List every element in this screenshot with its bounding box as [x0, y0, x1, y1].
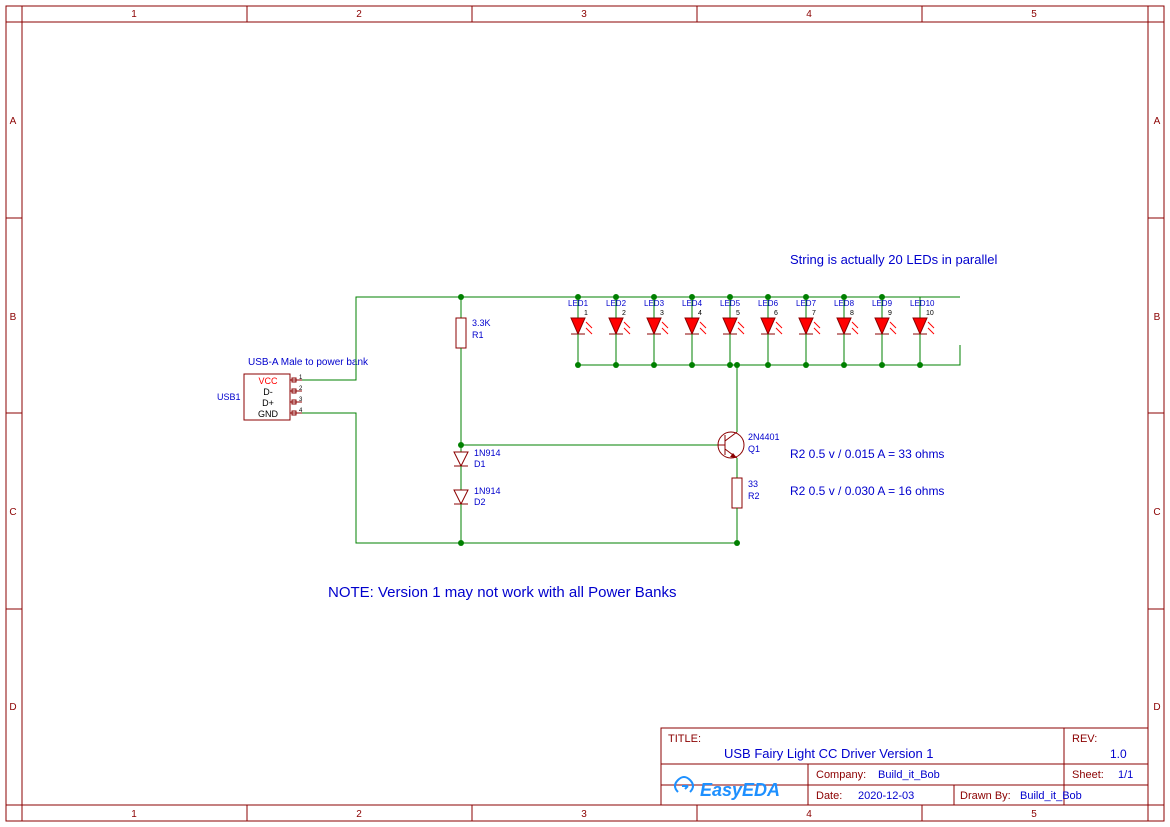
led-led7: LED7 7	[796, 294, 820, 368]
svg-text:3: 3	[581, 809, 587, 820]
usb-connector: USB-A Male to power bank USB1 VCC D- D+ …	[217, 357, 369, 420]
svg-text:3: 3	[581, 9, 587, 20]
svg-text:D2: D2	[474, 497, 486, 507]
svg-text:2: 2	[622, 310, 626, 317]
svg-text:1: 1	[131, 809, 137, 820]
outer-frame	[6, 6, 1164, 821]
svg-text:GND: GND	[258, 409, 279, 419]
svg-text:10: 10	[926, 310, 934, 317]
frame-rows: A B C D A B C D	[6, 22, 1164, 805]
svg-text:LED2: LED2	[606, 299, 627, 308]
svg-text:EasyEDA: EasyEDA	[700, 780, 780, 800]
svg-text:6: 6	[774, 310, 778, 317]
svg-text:2: 2	[299, 386, 303, 392]
led-led9: LED9 9	[872, 294, 896, 368]
svg-text:LED8: LED8	[834, 299, 855, 308]
frame-columns: 1 2 3 4 5 1 2 3 4 5	[22, 6, 1148, 821]
svg-text:LED6: LED6	[758, 299, 779, 308]
svg-text:9: 9	[888, 310, 892, 317]
drawnby-value: Build_it_Bob	[1020, 790, 1082, 802]
svg-text:A: A	[1154, 116, 1161, 127]
svg-text:LED1: LED1	[568, 299, 589, 308]
svg-text:8: 8	[850, 310, 854, 317]
led-array: LED1 1 LED2 2 LED3 3 LED4 4 LED5 5 LED6 6 LED7 7 LED8 8…	[568, 294, 935, 368]
svg-text:3: 3	[299, 397, 303, 403]
svg-text:3.3K: 3.3K	[472, 318, 491, 328]
led-led1: LED1 1	[568, 294, 592, 368]
svg-text:R1: R1	[472, 330, 484, 340]
company-label: Company:	[816, 769, 866, 781]
note-calc1: R2 0.5 v / 0.015 A = 33 ohms	[790, 447, 944, 461]
wire-gnd	[302, 413, 737, 543]
svg-text:Q1: Q1	[748, 444, 760, 454]
transistor-q1: 2N4401 Q1	[718, 365, 780, 478]
svg-text:D+: D+	[262, 398, 274, 408]
svg-text:7: 7	[812, 310, 816, 317]
svg-text:D1: D1	[474, 459, 486, 469]
inner-frame	[22, 22, 1148, 805]
svg-text:USB-A Male to power bank: USB-A Male to power bank	[248, 357, 369, 368]
svg-text:VCC: VCC	[258, 376, 278, 386]
svg-text:4: 4	[806, 809, 812, 820]
svg-text:LED7: LED7	[796, 299, 817, 308]
rev-label: REV:	[1072, 733, 1097, 745]
title-label: TITLE:	[668, 733, 701, 745]
led-led4: LED4 4	[682, 294, 706, 368]
svg-text:C: C	[9, 507, 16, 518]
svg-text:33: 33	[748, 479, 758, 489]
svg-text:4: 4	[698, 310, 702, 317]
led-led3: LED3 3	[644, 294, 668, 368]
svg-text:B: B	[1154, 312, 1161, 323]
svg-text:2N4401: 2N4401	[748, 432, 780, 442]
note-main: NOTE: Version 1 may not work with all Po…	[328, 584, 676, 601]
svg-text:B: B	[10, 312, 17, 323]
svg-text:D-: D-	[263, 387, 273, 397]
sheet-label: Sheet:	[1072, 769, 1104, 781]
svg-text:2: 2	[356, 9, 362, 20]
svg-text:LED5: LED5	[720, 299, 741, 308]
svg-text:A: A	[10, 116, 17, 127]
diode-d2: 1N914 D2	[454, 486, 501, 546]
svg-text:USB1: USB1	[217, 392, 241, 402]
led-led10: LED10 10	[910, 297, 935, 368]
svg-text:D: D	[9, 702, 16, 713]
svg-text:C: C	[1153, 507, 1160, 518]
svg-text:5: 5	[1031, 9, 1037, 20]
svg-text:R2: R2	[748, 491, 760, 501]
diode-d1: 1N914 D1	[454, 442, 501, 490]
rev-value: 1.0	[1110, 747, 1127, 761]
led-led2: LED2 2	[606, 294, 630, 368]
led-led6: LED6 6	[758, 294, 782, 368]
resistor-r1: 3.3K R1	[456, 294, 491, 445]
svg-text:1: 1	[584, 310, 588, 317]
title-value: USB Fairy Light CC Driver Version 1	[724, 746, 934, 761]
date-value: 2020-12-03	[858, 790, 914, 802]
svg-text:LED4: LED4	[682, 299, 703, 308]
svg-text:LED10: LED10	[910, 299, 935, 308]
wire-led-cathode-bus	[578, 345, 960, 365]
date-label: Date:	[816, 790, 842, 802]
company-value: Build_it_Bob	[878, 769, 940, 781]
svg-text:LED9: LED9	[872, 299, 893, 308]
svg-text:LED3: LED3	[644, 299, 665, 308]
led-led5: LED5 5	[720, 294, 744, 368]
svg-text:D: D	[1153, 702, 1160, 713]
note-calc2: R2 0.5 v / 0.030 A = 16 ohms	[790, 484, 944, 498]
svg-text:4: 4	[806, 9, 812, 20]
note-led-count: String is actually 20 LEDs in parallel	[790, 252, 997, 267]
svg-text:1N914: 1N914	[474, 448, 501, 458]
title-block: TITLE: USB Fairy Light CC Driver Version…	[661, 728, 1148, 805]
svg-text:2: 2	[356, 809, 362, 820]
svg-text:5: 5	[1031, 809, 1037, 820]
led-led8: LED8 8	[834, 294, 858, 368]
svg-text:3: 3	[660, 310, 664, 317]
drawnby-label: Drawn By:	[960, 790, 1011, 802]
svg-text:5: 5	[736, 310, 740, 317]
easyeda-logo: EasyEDA	[675, 777, 780, 800]
svg-text:1: 1	[131, 9, 137, 20]
sheet-value: 1/1	[1118, 769, 1133, 781]
resistor-r2: 33 R2	[732, 478, 760, 546]
svg-text:1N914: 1N914	[474, 486, 501, 496]
